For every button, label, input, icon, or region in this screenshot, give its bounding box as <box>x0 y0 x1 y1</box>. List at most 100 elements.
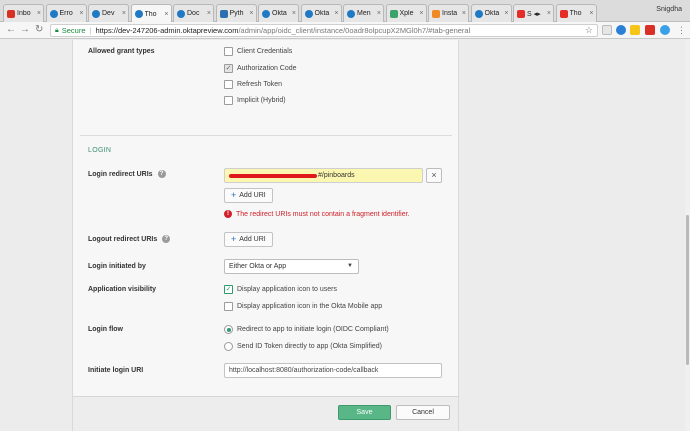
browser-tab[interactable]: Okta × <box>470 4 512 22</box>
extension-red-icon[interactable] <box>645 25 655 35</box>
extension-icon[interactable] <box>602 25 612 35</box>
browser-tab[interactable]: Okta × <box>300 4 342 22</box>
scrollbar-thumb[interactable] <box>686 215 689 365</box>
close-tab-icon[interactable]: × <box>164 11 168 18</box>
client-credentials-label: Client Credentials <box>237 48 293 55</box>
add-uri-label: Add URI <box>239 192 266 199</box>
extension-cyan-icon[interactable] <box>660 25 670 35</box>
tab-title: Okta <box>314 10 330 17</box>
initiate-login-uri-label: Initiate login URI <box>88 367 144 374</box>
okta-mobile-label: Display application icon in the Okta Mob… <box>237 303 383 310</box>
save-button[interactable]: Save <box>338 405 391 420</box>
close-tab-icon[interactable]: × <box>462 10 466 17</box>
redirect-uri-value: #/pinboards <box>318 172 355 179</box>
refresh-token-label: Refresh Token <box>237 81 283 88</box>
okta-mobile-checkbox[interactable] <box>224 302 233 311</box>
close-tab-icon[interactable]: × <box>589 10 593 17</box>
secure-label: Secure <box>61 26 86 35</box>
section-divider <box>80 135 452 136</box>
carrot-icon <box>432 9 440 18</box>
browser-tab[interactable]: Xple × <box>385 4 427 22</box>
okta-icon <box>49 9 58 18</box>
error-icon: ! <box>224 210 232 218</box>
browser-tab[interactable]: Dev × <box>88 4 129 22</box>
close-tab-icon[interactable]: × <box>37 10 41 17</box>
browser-tab[interactable]: Doc × <box>173 4 214 22</box>
okta-icon <box>304 9 313 18</box>
flow-id-token-option[interactable]: Send ID Token directly to app (Okta Simp… <box>224 342 382 351</box>
menu-kebab-icon[interactable]: ⋮ <box>677 24 686 36</box>
extension-yellow-icon[interactable] <box>630 25 640 35</box>
browser-tab[interactable]: Insta × <box>428 4 469 22</box>
browser-tab[interactable]: Tho × <box>130 4 172 23</box>
browser-tab[interactable]: Pyth × <box>215 4 257 22</box>
browser-user-name[interactable]: Snigdha <box>656 6 682 13</box>
close-tab-icon[interactable]: × <box>377 10 381 17</box>
okta-icon <box>134 10 143 18</box>
bookmark-star-icon[interactable]: ☆ <box>585 25 593 36</box>
forward-arrow-icon[interactable]: → <box>20 24 30 36</box>
browser-tab[interactable]: Okta × <box>258 4 299 22</box>
browser-tab[interactable]: Erro × <box>45 4 87 22</box>
add-uri-label: Add URI <box>239 236 266 243</box>
page-scrollbar[interactable] <box>685 40 690 431</box>
gmail-icon <box>7 9 15 18</box>
help-icon[interactable]: ? <box>162 235 171 243</box>
browser-tab[interactable]: S ◂▸ × <box>513 4 554 22</box>
close-tab-icon[interactable]: × <box>334 10 338 17</box>
login-section-title: LOGIN <box>88 147 112 154</box>
client-credentials-checkbox[interactable] <box>224 47 233 56</box>
page-content: Allowed grant types Client Credentials ✓… <box>0 40 690 431</box>
chevron-down-icon: ▼ <box>347 263 353 269</box>
id-token-flow-radio[interactable] <box>224 342 233 351</box>
back-arrow-icon[interactable]: ← <box>6 24 16 36</box>
cancel-button[interactable]: Cancel <box>396 405 450 420</box>
initiate-login-uri-input[interactable]: http://localhost:8080/authorization-code… <box>224 363 442 378</box>
add-logout-redirect-uri-button[interactable]: + Add URI <box>224 232 273 247</box>
browser-tab[interactable]: Tho × <box>555 4 597 22</box>
grant-authorization-code[interactable]: ✓ Authorization Code <box>224 64 297 73</box>
tab-title: Tho <box>569 10 582 17</box>
okta-icon <box>474 9 483 18</box>
login-initiated-label: Login initiated by <box>88 263 146 270</box>
remove-uri-button[interactable]: × <box>426 168 442 183</box>
grant-client-credentials[interactable]: Client Credentials <box>224 47 292 56</box>
visibility-display-to-users[interactable]: ✓ Display application icon to users <box>224 285 337 294</box>
login-initiated-select[interactable]: Either Okta or App ▼ <box>224 259 359 274</box>
tab-title: Inbo <box>17 10 31 17</box>
close-tab-icon[interactable]: × <box>122 10 126 17</box>
login-redirect-uri-input[interactable]: #/pinboards <box>224 168 423 183</box>
redirect-flow-radio[interactable] <box>224 325 233 334</box>
refresh-token-checkbox[interactable] <box>224 80 233 89</box>
close-tab-icon[interactable]: × <box>292 10 296 17</box>
address-bar[interactable]: 🔒︎ Secure | https://dev-247206-admin.okt… <box>50 24 598 37</box>
extension-blue-icon[interactable] <box>616 25 626 35</box>
tab-title: Tho <box>144 10 157 18</box>
tab-title: Xple <box>399 10 414 17</box>
display-to-users-checkbox[interactable]: ✓ <box>224 285 233 294</box>
flow-redirect-option[interactable]: Redirect to app to initiate login (OIDC … <box>224 325 389 334</box>
grant-types-label: Allowed grant types <box>88 48 155 55</box>
grant-implicit-hybrid[interactable]: Implicit (Hybrid) <box>224 96 286 105</box>
close-tab-icon[interactable]: × <box>547 10 551 17</box>
okta-icon <box>347 9 355 18</box>
browser-tab[interactable]: Inbo × <box>3 4 44 22</box>
browser-tab[interactable]: Men × <box>343 4 384 22</box>
youtube-icon <box>559 9 568 18</box>
add-login-redirect-uri-button[interactable]: + Add URI <box>224 188 273 203</box>
implicit-hybrid-checkbox[interactable] <box>224 96 233 105</box>
help-icon[interactable]: ? <box>157 170 166 178</box>
close-tab-icon[interactable]: × <box>207 10 211 17</box>
close-tab-icon[interactable]: × <box>419 10 423 17</box>
close-tab-icon[interactable]: × <box>249 10 253 17</box>
tab-title: Pyth <box>229 10 244 17</box>
login-redirect-label-text: Login redirect URIs <box>88 170 153 178</box>
close-tab-icon[interactable]: × <box>504 10 508 17</box>
close-tab-icon[interactable]: × <box>79 10 83 17</box>
plus-icon: + <box>231 234 237 244</box>
reload-icon[interactable]: ↻ <box>35 24 43 36</box>
visibility-okta-mobile[interactable]: Display application icon in the Okta Mob… <box>224 302 382 311</box>
authorization-code-checkbox[interactable]: ✓ <box>224 64 233 73</box>
grant-refresh-token[interactable]: Refresh Token <box>224 80 282 89</box>
initiate-login-uri-value: http://localhost:8080/authorization-code… <box>229 367 379 374</box>
